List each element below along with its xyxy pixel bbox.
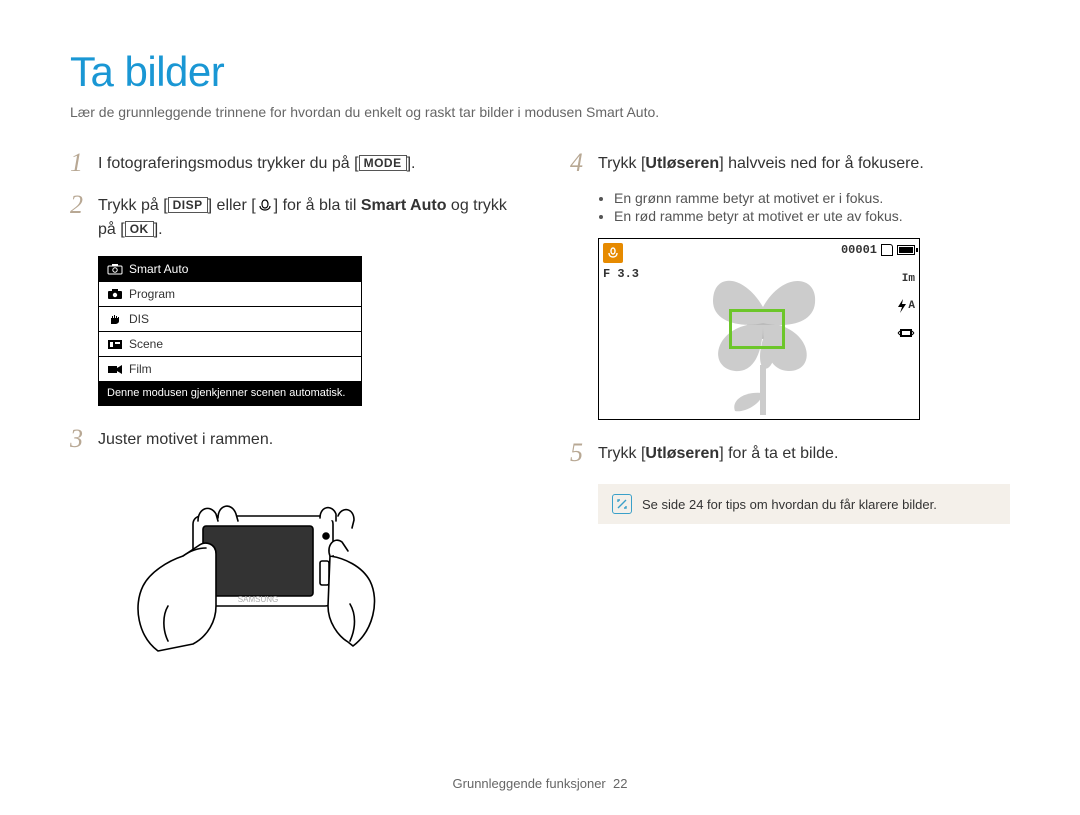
camera-program-icon [107,288,123,300]
svg-text:SAMSUNG: SAMSUNG [238,595,278,604]
mode-item-film: Film [99,357,361,381]
text-fragment: ]. [407,155,416,172]
step-3: 3 Juster motivet i rammen. [70,424,510,452]
content-columns: 1 I fotograferingsmodus trykker du på [M… [70,148,1010,661]
mode-item-scene: Scene [99,332,361,357]
mode-item-label: Smart Auto [129,262,188,276]
note-text: Se side 24 for tips om hvordan du får kl… [642,497,937,512]
text-fragment: ] for å bla til [274,197,361,214]
right-column: 4 Trykk [Utløseren] halvveis ned for å f… [570,148,1010,661]
hand-icon [107,313,123,325]
page-footer: Grunnleggende funksjoner 22 [0,776,1080,791]
mode-item-label: Program [129,287,175,301]
mode-button-label: MODE [359,155,407,171]
step-number: 4 [570,148,598,176]
mode-menu: Smart Auto Program DIS [98,256,362,406]
list-item: En grønn ramme betyr at motivet er i fok… [614,190,1010,206]
film-icon [107,363,123,375]
footer-section: Grunnleggende funksjoner [453,776,606,791]
focus-hint-list: En grønn ramme betyr at motivet er i fok… [614,190,1010,224]
mode-item-dis: DIS [99,307,361,332]
text-fragment: Trykk [ [598,155,645,172]
camera-preview: F 3.3 00001 Im A [598,238,920,420]
mode-item-smart-auto: Smart Auto [99,257,361,282]
mode-menu-caption: Denne modusen gjenkjenner scenen automat… [99,381,361,405]
page-title: Ta bilder [70,48,1010,96]
text-fragment: ] halvveis ned for å fokusere. [719,155,924,172]
disp-button-label: DISP [168,197,208,213]
mode-item-label: Scene [129,337,163,351]
scene-icon [107,338,123,350]
macro-icon [256,198,274,212]
flash-auto-icon: A [897,299,915,313]
text-fragment: Trykk på [ [98,197,168,214]
left-column: 1 I fotograferingsmodus trykker du på [M… [70,148,510,661]
step-number: 2 [70,190,98,218]
step-number: 5 [570,438,598,466]
step-4: 4 Trykk [Utløseren] halvveis ned for å f… [570,148,1010,176]
ok-button-label: OK [125,221,154,237]
note-icon [612,494,632,514]
mode-menu-list: Smart Auto Program DIS [99,257,361,381]
mode-item-label: DIS [129,312,149,326]
shutter-label: Utløseren [645,155,719,172]
preview-side-icons: Im A [897,273,915,343]
step-text: Trykk [Utløseren] halvveis ned for å fok… [598,148,924,176]
mode-item-label: Film [129,362,152,376]
shutter-label: Utløseren [645,445,719,462]
shot-counter: 00001 [841,243,877,257]
step-text: Juster motivet i rammen. [98,424,273,452]
text-fragment: ]. [154,221,163,238]
step-1: 1 I fotograferingsmodus trykker du på [M… [70,148,510,176]
aperture-value: F 3.3 [603,267,639,281]
step-number: 1 [70,148,98,176]
text-fragment: I fotograferingsmodus trykker du på [ [98,155,359,172]
text-fragment: ] for å ta et bilde. [719,445,838,462]
image-size-indicator: Im [902,273,915,285]
text-fragment: ] eller [ [208,197,256,214]
step-2: 2 Trykk på [DISP] eller [ ] for å bla til… [70,190,510,242]
stabilize-icon [897,327,915,343]
tip-note: Se side 24 for tips om hvordan du får kl… [598,484,1010,524]
battery-icon [897,245,915,255]
holding-camera-illustration: SAMSUNG [98,466,510,661]
text-fragment: Trykk [ [598,445,645,462]
sd-card-icon [881,244,893,256]
step-text: I fotograferingsmodus trykker du på [MOD… [98,148,415,176]
footer-page-number: 22 [613,776,627,791]
preview-status-bar: 00001 [841,243,915,257]
smart-auto-label: Smart Auto [361,197,447,214]
page-intro: Lær de grunnleggende trinnene for hvorda… [70,104,1010,120]
list-item: En rød ramme betyr at motivet er ute av … [614,208,1010,224]
mode-item-program: Program [99,282,361,307]
step-number: 3 [70,424,98,452]
macro-badge-icon [603,243,623,263]
step-5: 5 Trykk [Utløseren] for å ta et bilde. [570,438,1010,466]
step-text: Trykk på [DISP] eller [ ] for å bla til S… [98,190,510,242]
step-text: Trykk [Utløseren] for å ta et bilde. [598,438,838,466]
focus-rectangle [729,309,785,349]
camera-auto-icon [107,263,123,275]
